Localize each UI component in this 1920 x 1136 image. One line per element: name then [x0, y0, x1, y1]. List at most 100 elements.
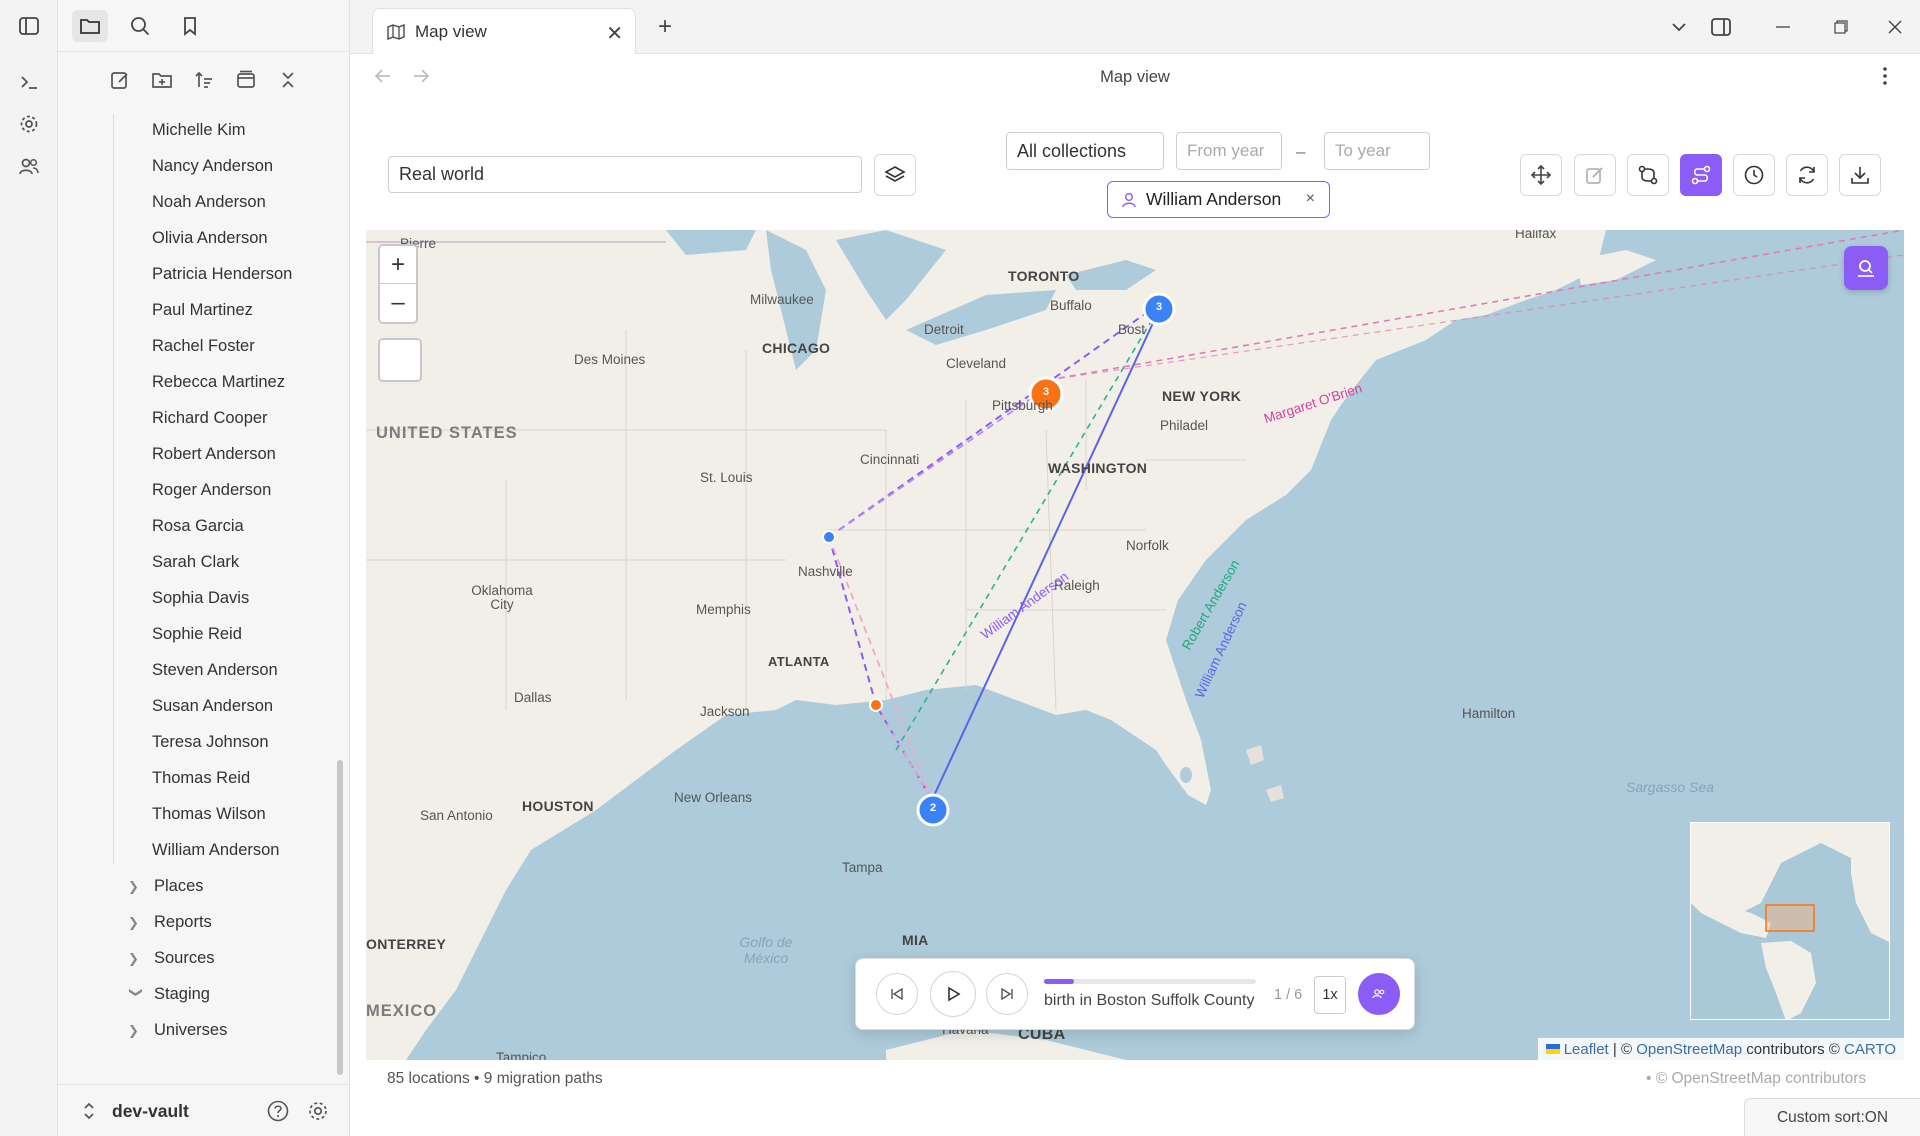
folder-places[interactable]: ❯ Places — [128, 877, 204, 896]
osm-link[interactable]: OpenStreetMap — [1636, 1041, 1742, 1058]
edit-icon — [1586, 167, 1603, 184]
terminal-icon[interactable] — [15, 68, 43, 96]
vault-settings-icon[interactable] — [306, 1099, 330, 1128]
compare-button[interactable] — [1627, 154, 1669, 196]
ukraine-flag-icon — [1545, 1044, 1560, 1054]
map-search-button[interactable] — [1844, 246, 1888, 290]
file-item[interactable]: Rosa Garcia — [152, 517, 244, 536]
minimap[interactable] — [1690, 822, 1890, 1020]
more-options-icon[interactable] — [1882, 66, 1888, 91]
map-label-golfo: Golfo de México — [739, 934, 793, 966]
file-item[interactable]: Michelle Kim — [152, 121, 246, 140]
folder-icon[interactable] — [72, 10, 108, 42]
map-label-nashville: Nashville — [798, 564, 853, 579]
folder-universes[interactable]: ❯ Universes — [128, 1021, 227, 1040]
minimize-icon[interactable] — [1770, 14, 1796, 40]
file-item[interactable]: Sarah Clark — [152, 553, 239, 572]
layers-button[interactable] — [874, 154, 916, 196]
cluster-miami[interactable]: 2 — [921, 802, 945, 814]
speed-button[interactable]: 1x — [1314, 976, 1346, 1014]
file-item[interactable]: Paul Martinez — [152, 301, 253, 320]
close-icon[interactable]: × — [1306, 190, 1315, 208]
file-item[interactable]: Noah Anderson — [152, 193, 266, 212]
cluster-philadelphia[interactable]: 3 — [1034, 386, 1058, 398]
file-item[interactable]: Thomas Wilson — [152, 805, 266, 824]
map-label-memphis: Memphis — [696, 602, 751, 617]
collapse-all-icon[interactable] — [270, 64, 306, 96]
timeline-progress[interactable] — [1044, 979, 1256, 984]
bookmark-icon[interactable] — [172, 10, 208, 42]
from-year-input[interactable]: From year — [1176, 132, 1282, 170]
person-filter-chip[interactable]: William Anderson × — [1107, 181, 1330, 218]
file-item[interactable]: Thomas Reid — [152, 769, 250, 788]
file-item[interactable]: Patricia Henderson — [152, 265, 292, 284]
timeline-player: birth in Boston Suffolk County 1 / 6 1x — [855, 958, 1415, 1030]
vault-name[interactable]: dev-vault — [112, 1101, 189, 1122]
new-note-icon[interactable] — [102, 64, 138, 96]
map-label-jackson: Jackson — [700, 704, 750, 719]
export-button[interactable] — [1839, 154, 1881, 196]
sort-icon[interactable] — [186, 64, 222, 96]
file-item[interactable]: Olivia Anderson — [152, 229, 268, 248]
gear-icon[interactable] — [15, 110, 43, 138]
new-folder-icon[interactable] — [144, 64, 180, 96]
chevron-right-icon: ❯ — [128, 878, 139, 894]
pan-button[interactable] — [1520, 154, 1562, 196]
carto-link[interactable]: CARTO — [1844, 1041, 1896, 1058]
map-select-input[interactable]: Real world — [388, 156, 862, 193]
map-label-toronto: TORONTO — [1008, 268, 1080, 284]
edit-button[interactable] — [1574, 154, 1616, 196]
folder-sources[interactable]: ❯ Sources — [128, 949, 215, 968]
chevron-down-icon[interactable] — [1666, 14, 1692, 40]
custom-sort-status[interactable]: Custom sort:ON — [1744, 1098, 1920, 1136]
zoom-out-button[interactable]: – — [380, 284, 416, 322]
tab-map-view[interactable]: Map view ✕ — [372, 8, 636, 54]
file-item[interactable]: Rebecca Martinez — [152, 373, 285, 392]
vault-switch-icon[interactable] — [82, 1101, 96, 1126]
person-focus-button[interactable] — [1358, 973, 1400, 1015]
file-item[interactable]: Steven Anderson — [152, 661, 278, 680]
restore-icon[interactable] — [1828, 14, 1854, 40]
folder-reports[interactable]: ❯ Reports — [128, 913, 212, 932]
file-item[interactable]: William Anderson — [152, 841, 279, 860]
file-item[interactable]: Nancy Anderson — [152, 157, 273, 176]
file-item[interactable]: Roger Anderson — [152, 481, 271, 500]
collection-select[interactable]: All collections — [1006, 132, 1164, 170]
file-item[interactable]: Teresa Johnson — [152, 733, 269, 752]
map-label-desmoines: Des Moines — [574, 352, 646, 367]
cluster-boston[interactable]: 3 — [1147, 301, 1171, 313]
refresh-icon — [1799, 166, 1815, 184]
folder-staging[interactable]: ❯ Staging — [128, 985, 210, 1004]
file-item[interactable]: Susan Anderson — [152, 697, 273, 716]
auto-reveal-icon[interactable] — [228, 64, 264, 96]
zoom-in-button[interactable]: + — [380, 246, 416, 284]
skip-forward-button[interactable] — [986, 973, 1028, 1015]
fullscreen-button[interactable] — [378, 338, 422, 382]
file-item[interactable]: Rachel Foster — [152, 337, 255, 356]
help-icon[interactable] — [266, 1099, 290, 1128]
file-item[interactable]: Sophie Reid — [152, 625, 242, 644]
migration-paths-toggle[interactable] — [1680, 154, 1722, 196]
map-label-tampico: Tampico — [496, 1050, 547, 1060]
leaflet-link[interactable]: Leaflet — [1564, 1041, 1609, 1058]
refresh-button[interactable] — [1786, 154, 1828, 196]
sidebar-toggle-icon[interactable] — [15, 12, 43, 40]
search-icon[interactable] — [122, 10, 158, 42]
file-item[interactable]: Robert Anderson — [152, 445, 276, 464]
current-event: birth in Boston Suffolk County — [1044, 992, 1255, 1009]
new-tab-icon[interactable]: + — [652, 13, 678, 40]
window-close-icon[interactable] — [1882, 14, 1908, 40]
play-button[interactable] — [930, 971, 976, 1017]
people-icon[interactable] — [15, 152, 43, 180]
file-item[interactable]: Sophia Davis — [152, 589, 249, 608]
close-icon[interactable]: ✕ — [606, 21, 623, 46]
skip-back-button[interactable] — [876, 973, 918, 1015]
to-year-input[interactable]: To year — [1324, 132, 1430, 170]
file-item[interactable]: Richard Cooper — [152, 409, 268, 428]
people-icon — [1372, 989, 1385, 999]
right-sidebar-toggle-icon[interactable] — [1708, 14, 1734, 40]
timeline-button[interactable] — [1733, 154, 1775, 196]
map-canvas[interactable]: Pierre Milwaukee TORONTO Buffalo Halifax… — [366, 230, 1904, 1060]
sidebar-scrollbar[interactable] — [337, 760, 343, 1075]
map-label-boston: Bost — [1118, 322, 1146, 337]
